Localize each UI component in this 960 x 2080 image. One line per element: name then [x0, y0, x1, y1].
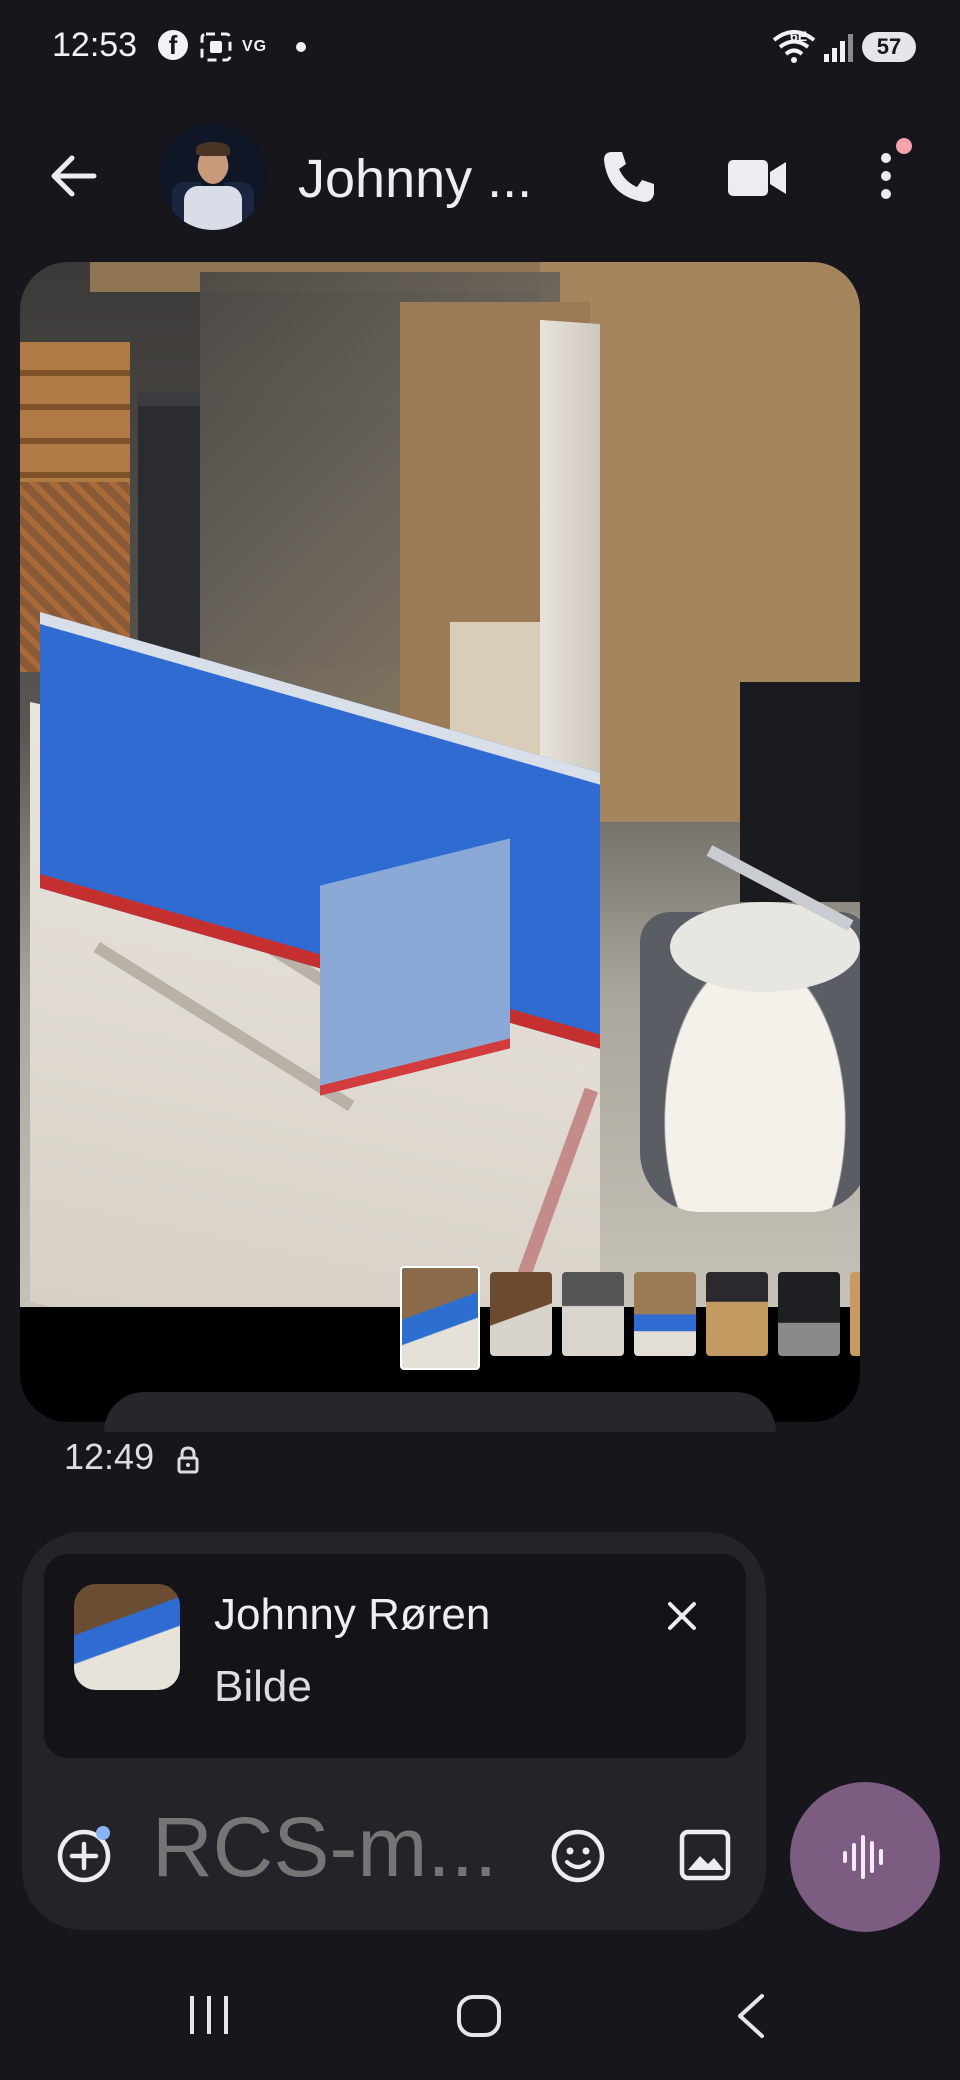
message-timestamp: 12:49 [64, 1436, 155, 1477]
emoji-icon[interactable] [548, 1826, 608, 1886]
message-photo[interactable] [20, 262, 860, 1307]
thumbnail-strip [400, 1266, 860, 1370]
back-arrow-icon[interactable] [44, 146, 104, 206]
battery-indicator: 57 [862, 32, 916, 62]
thumbnail[interactable] [850, 1272, 860, 1356]
thumbnail[interactable] [778, 1272, 840, 1356]
voice-message-button[interactable] [790, 1782, 940, 1932]
contact-name[interactable]: Johnny ... [298, 148, 532, 210]
waveform-icon [843, 1835, 883, 1879]
notification-badge [896, 138, 912, 154]
reply-sender: Johnny Røren [214, 1590, 491, 1639]
reply-thumbnail [74, 1584, 180, 1690]
network-label: 6E [790, 28, 808, 44]
gallery-icon[interactable] [678, 1828, 732, 1882]
facebook-icon: f [158, 30, 188, 60]
attachment-badge [96, 1826, 110, 1840]
message-input[interactable] [150, 1796, 514, 1898]
bubble-reaction-bar [104, 1392, 776, 1432]
notification-dot-icon [296, 42, 306, 52]
thumbnail[interactable] [490, 1272, 552, 1356]
image-message[interactable] [20, 262, 860, 1422]
thumbnail[interactable] [400, 1266, 480, 1370]
contact-avatar[interactable] [160, 124, 266, 230]
back-nav-icon[interactable] [732, 1992, 768, 2040]
close-icon[interactable] [660, 1594, 704, 1638]
reply-type-label: Bilde [214, 1662, 312, 1711]
status-time: 12:53 [52, 26, 138, 64]
lock-icon [177, 1446, 199, 1474]
signal-icon [824, 34, 853, 62]
recent-apps-icon[interactable] [186, 1994, 232, 2036]
thumbnail[interactable] [706, 1272, 768, 1356]
home-icon[interactable] [456, 1994, 502, 2038]
screenshot-icon [200, 32, 232, 62]
thumbnail[interactable] [634, 1272, 696, 1356]
phone-icon[interactable] [598, 146, 660, 208]
video-call-icon[interactable] [724, 148, 790, 208]
vg-app-icon: VG [242, 38, 268, 55]
thumbnail[interactable] [562, 1272, 624, 1356]
